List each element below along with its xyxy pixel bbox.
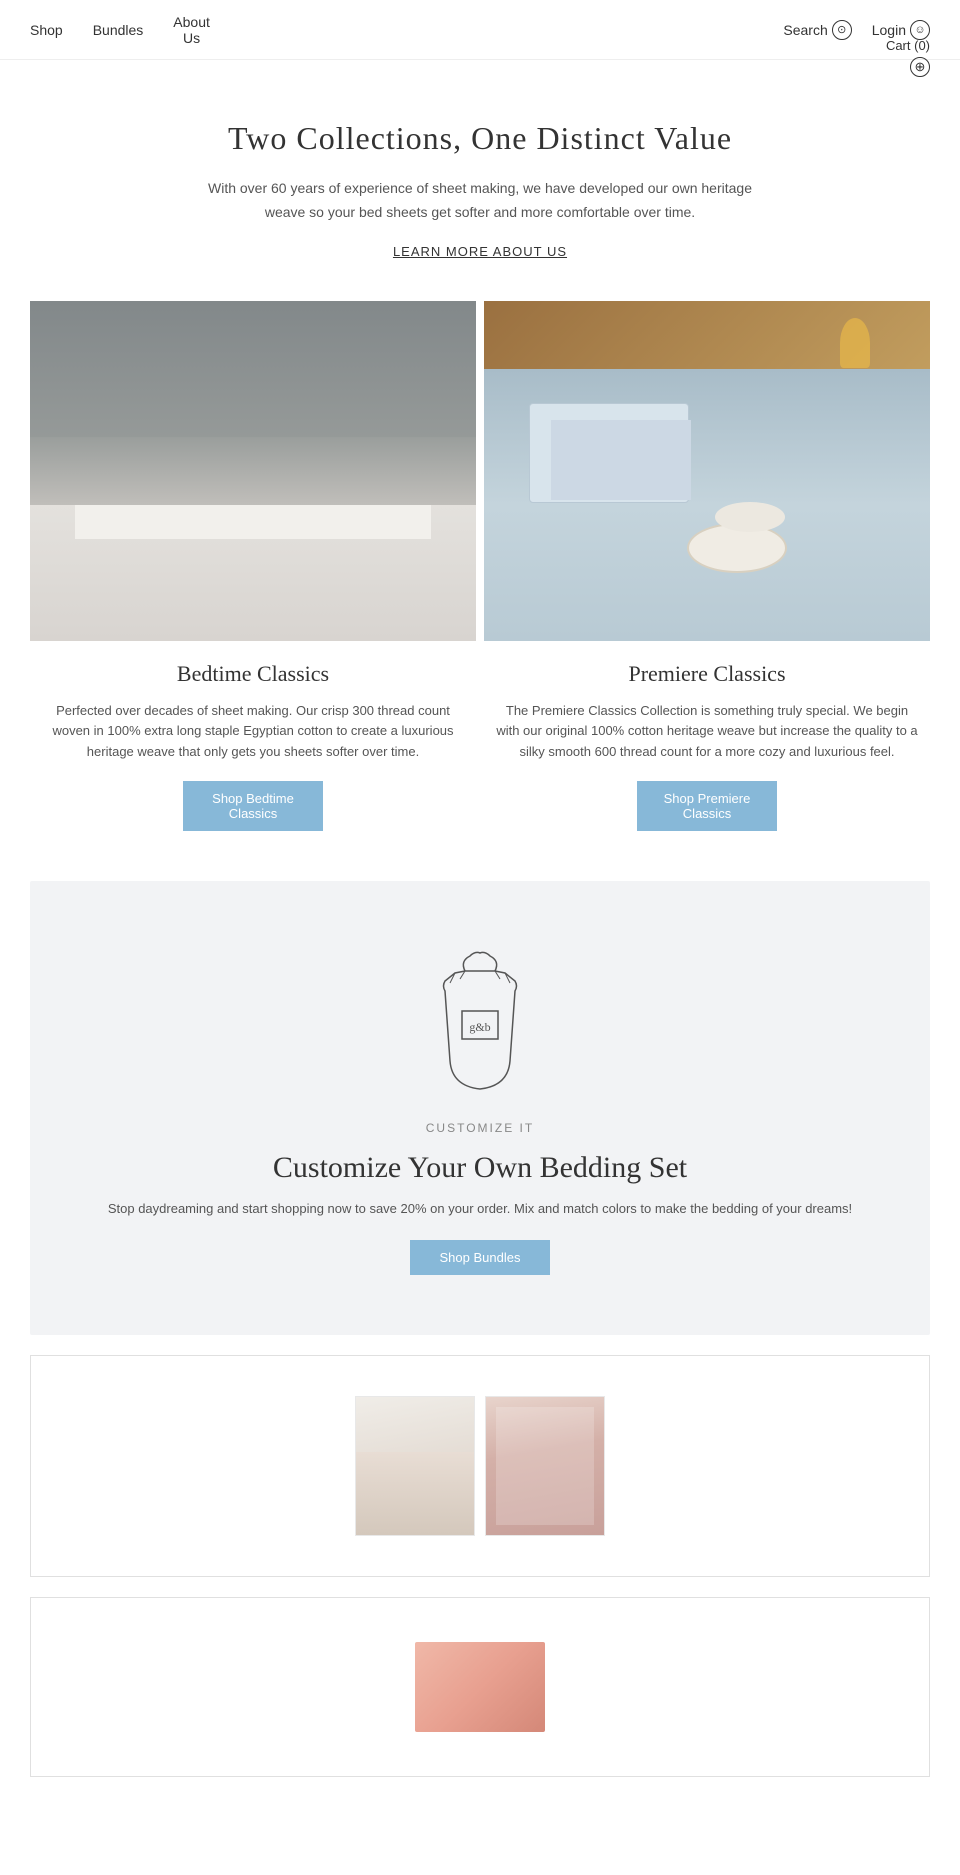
collection-bedtime: Bedtime Classics Perfected over decades …: [30, 301, 476, 851]
shop-bundles-button[interactable]: Shop Bundles: [410, 1240, 550, 1275]
customize-description: Stop daydreaming and start shopping now …: [70, 1201, 890, 1216]
nav-left: Shop Bundles About Us: [30, 14, 210, 46]
nav-about-container: About Us: [173, 14, 210, 46]
bedtime-description: Perfected over decades of sheet making. …: [40, 701, 466, 763]
customize-label: CUSTOMIZE IT: [70, 1121, 890, 1135]
search-icon: ⊙: [832, 20, 852, 40]
login-link[interactable]: Login ☺: [872, 20, 930, 40]
nav-shop[interactable]: Shop: [30, 22, 63, 38]
shop-bedtime-button[interactable]: Shop BedtimeClassics: [183, 781, 323, 831]
nav-us[interactable]: Us: [183, 30, 200, 46]
collections-grid: Bedtime Classics Perfected over decades …: [0, 301, 960, 851]
bedtime-text: Bedtime Classics Perfected over decades …: [30, 641, 476, 851]
bedtime-scene: [30, 301, 476, 641]
navbar: Shop Bundles About Us Search ⊙ Login ☺ C…: [0, 0, 960, 60]
premiere-text: Premiere Classics The Premiere Classics …: [484, 641, 930, 851]
premiere-image: [484, 301, 930, 641]
product-thumb-1: [355, 1396, 475, 1536]
hero-section: Two Collections, One Distinct Value With…: [0, 60, 960, 301]
shop-premiere-button[interactable]: Shop PremiereClassics: [637, 781, 777, 831]
hero-title: Two Collections, One Distinct Value: [80, 120, 880, 157]
svg-text:g&b: g&b: [469, 1020, 490, 1034]
product-preview-inner: [355, 1396, 605, 1536]
bag-illustration: g&b: [420, 941, 540, 1101]
product-thumb-2: [485, 1396, 605, 1536]
hero-description: With over 60 years of experience of shee…: [200, 177, 760, 225]
user-icon: ☺: [910, 20, 930, 40]
login-label: Login: [872, 22, 906, 38]
bottom-product-thumb: [415, 1642, 545, 1732]
nav-about[interactable]: About: [173, 14, 210, 30]
bedtime-title: Bedtime Classics: [40, 661, 466, 687]
bedtime-image: [30, 301, 476, 641]
nav-bundles[interactable]: Bundles: [93, 22, 144, 38]
premiere-description: The Premiere Classics Collection is some…: [494, 701, 920, 763]
customize-section: g&b CUSTOMIZE IT Customize Your Own Bedd…: [30, 881, 930, 1335]
product-preview-section-1: [30, 1355, 930, 1577]
customize-title: Customize Your Own Bedding Set: [70, 1151, 890, 1185]
cart-link[interactable]: Cart (0): [886, 38, 930, 53]
nav-right: Search ⊙ Login ☺: [783, 20, 930, 40]
premiere-title: Premiere Classics: [494, 661, 920, 687]
search-label: Search: [783, 22, 827, 38]
premiere-scene: [484, 301, 930, 641]
search-link[interactable]: Search ⊙: [783, 20, 851, 40]
learn-more-link[interactable]: LEARN MORE ABOUT US: [393, 244, 567, 259]
bottom-section: [30, 1597, 930, 1777]
collection-premiere: Premiere Classics The Premiere Classics …: [484, 301, 930, 851]
